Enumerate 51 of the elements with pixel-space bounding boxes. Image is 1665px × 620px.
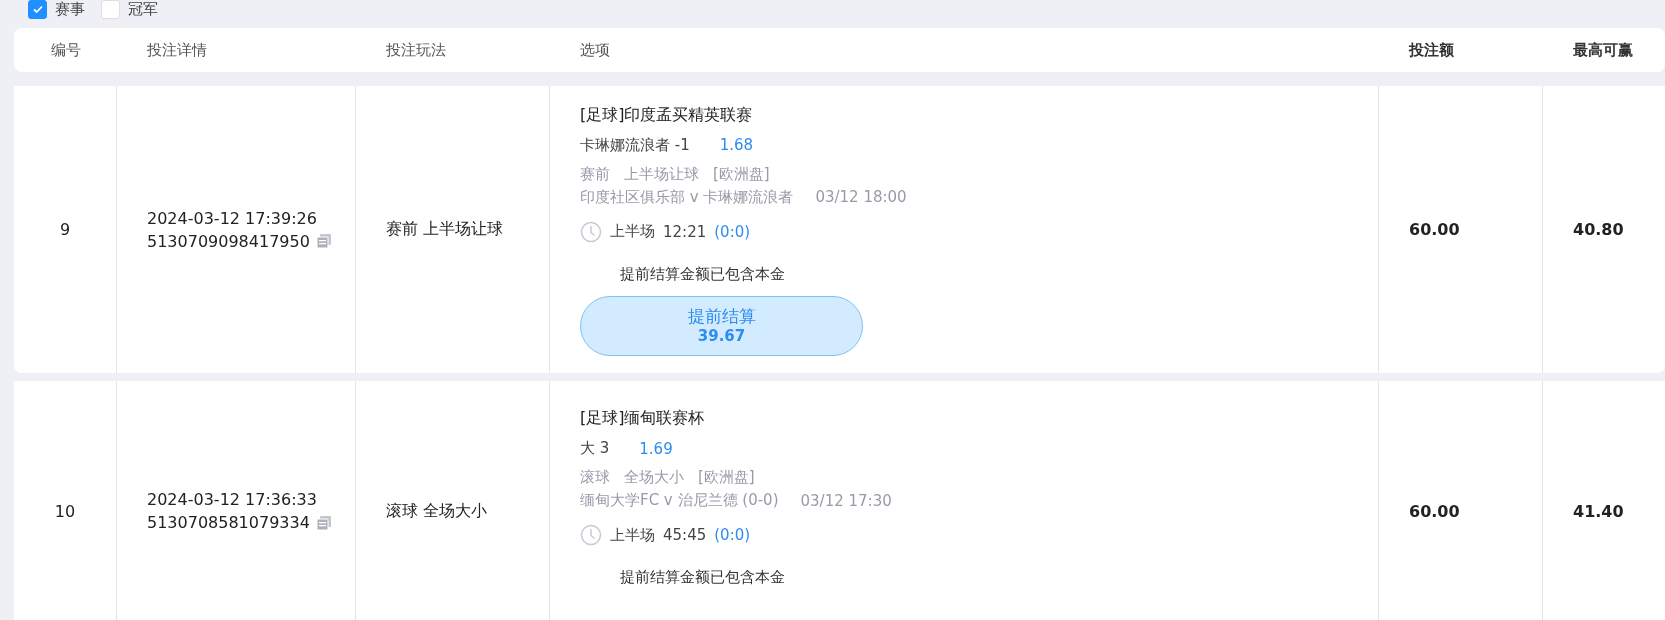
stake-amount: 60.00 bbox=[1409, 501, 1460, 521]
market-label: 滚球 bbox=[580, 468, 610, 487]
check-icon bbox=[31, 3, 44, 15]
column-header: 最高可赢 bbox=[1572, 40, 1633, 60]
order-id: 5130708581079334 bbox=[147, 513, 310, 532]
live-score: (0:0) bbox=[714, 222, 751, 241]
match-time: 03/12 18:00 bbox=[815, 188, 907, 206]
table-cell: 9 bbox=[59, 220, 71, 239]
period: 上半场 bbox=[610, 525, 655, 545]
market-label: 上半场让球 bbox=[624, 164, 699, 184]
odds: 1.69 bbox=[639, 439, 673, 458]
column-header: 选项 bbox=[579, 40, 610, 60]
order-id: 5130709098417950 bbox=[147, 231, 310, 251]
market-label: [欧洲盘] bbox=[698, 468, 755, 487]
match-time: 03/12 17:30 bbox=[800, 491, 892, 510]
copy-icon[interactable] bbox=[315, 233, 332, 249]
market-label: 赛前 bbox=[580, 164, 610, 184]
pick-name: 大 3 bbox=[580, 439, 610, 458]
column-header: 投注详情 bbox=[146, 40, 207, 60]
stake-amount: 60.00 bbox=[1409, 220, 1460, 239]
odds: 1.68 bbox=[719, 136, 754, 154]
checkbox-label: 冠军 bbox=[128, 0, 158, 19]
cashout-note: 提前结算金额已包含本金 bbox=[620, 568, 786, 587]
copy-icon[interactable] bbox=[315, 514, 332, 531]
cashout-note: 提前结算金额已包含本金 bbox=[620, 264, 786, 284]
column-header: 编号 bbox=[50, 40, 81, 60]
table-cell: 赛前 上半场让球 bbox=[386, 219, 504, 240]
checkbox[interactable] bbox=[28, 0, 47, 19]
clock-icon bbox=[580, 524, 602, 546]
column-header: 投注玩法 bbox=[385, 40, 446, 60]
market-label: [欧洲盘] bbox=[713, 164, 770, 184]
market-label: 全场大小 bbox=[624, 468, 684, 487]
column-header: 投注额 bbox=[1407, 40, 1454, 60]
bet-time: 2024-03-12 17:36:33 bbox=[147, 490, 317, 509]
match-clock: 45:45 bbox=[663, 526, 707, 544]
max-win-amount: 41.40 bbox=[1573, 501, 1624, 521]
pick-name: 卡琳娜流浪者 -1 bbox=[580, 135, 690, 155]
max-win-amount: 40.80 bbox=[1573, 220, 1624, 239]
match-name: 印度社区俱乐部 v 卡琳娜流浪者 bbox=[580, 187, 794, 207]
checkbox-label: 赛事 bbox=[55, 0, 85, 19]
live-score: (0:0) bbox=[714, 526, 751, 544]
league-name: [足球]印度孟买精英联赛 bbox=[580, 103, 754, 126]
match-clock: 12:21 bbox=[663, 222, 707, 241]
match-name: 缅甸大学FC v 治尼兰德 (0-0) bbox=[580, 491, 779, 510]
clock-icon bbox=[580, 220, 602, 243]
period: 上半场 bbox=[610, 222, 655, 241]
table-cell: 滚球 全场大小 bbox=[386, 500, 488, 522]
table-cell: 10 bbox=[54, 501, 76, 521]
league-name: [足球]缅甸联赛杯 bbox=[580, 407, 706, 429]
bet-time: 2024-03-12 17:39:26 bbox=[147, 208, 317, 228]
cashout-button[interactable]: 提前结算 39.67 bbox=[580, 295, 863, 356]
